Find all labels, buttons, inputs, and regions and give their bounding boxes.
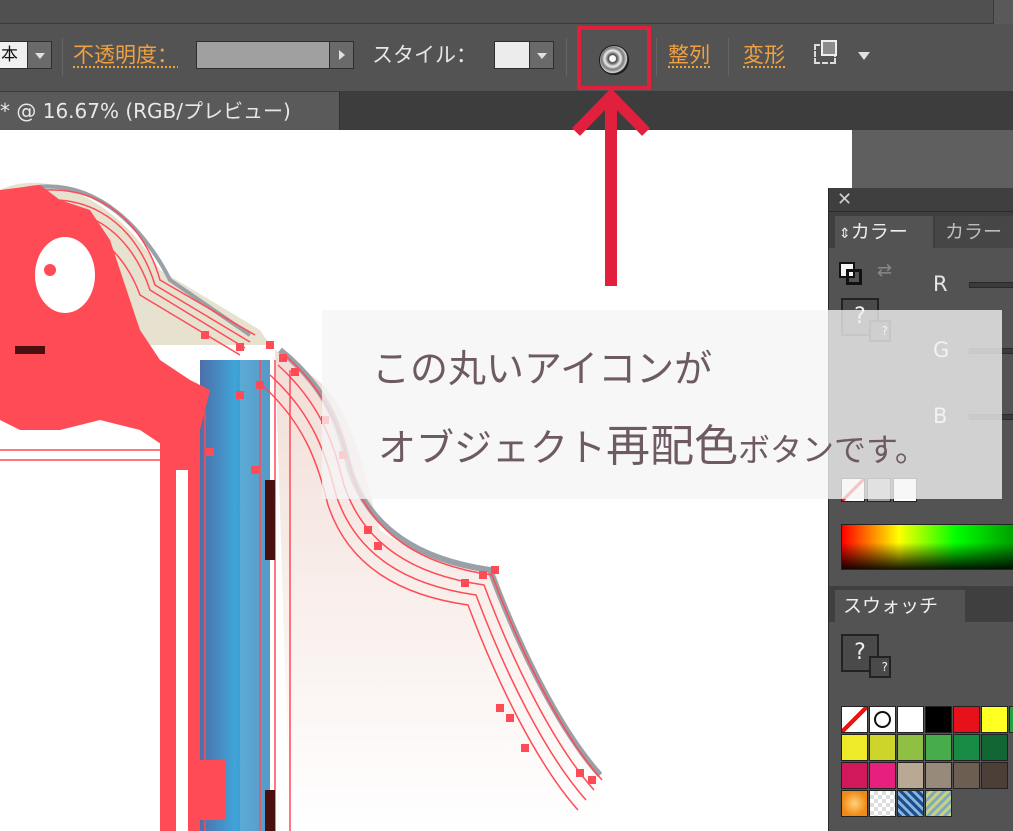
anchor-point[interactable]	[76, 411, 84, 419]
close-icon[interactable]: ✕	[837, 188, 852, 212]
anchor-point[interactable]	[576, 769, 584, 777]
partial-dropdown-field[interactable]: 本	[0, 41, 28, 69]
recolor-artwork-button[interactable]	[577, 26, 651, 90]
anchor-point[interactable]	[461, 579, 469, 587]
anchor-point[interactable]	[496, 704, 504, 712]
swatch[interactable]	[981, 734, 1008, 761]
anchor-point[interactable]	[11, 366, 19, 374]
swatch-pattern[interactable]	[925, 790, 952, 817]
control-bar: 本 不透明度： スタイル： 整列 変形	[0, 24, 1013, 92]
anchor-point[interactable]	[291, 368, 299, 376]
style-swatch[interactable]	[494, 41, 530, 69]
style-label: スタイル：	[372, 43, 477, 67]
swatch[interactable]	[925, 762, 952, 789]
anchor-point[interactable]	[491, 566, 499, 574]
document-tab[interactable]: * @ 16.67% (RGB/プレビュー)	[0, 92, 340, 130]
annotation-button: ボタンです。	[738, 431, 927, 469]
tab-color-guide[interactable]: カラー	[935, 216, 1013, 248]
panel-header: ✕	[829, 188, 1013, 212]
top-strip	[0, 0, 1013, 24]
anchor-point[interactable]	[201, 331, 209, 339]
swatch-pattern[interactable]	[897, 790, 924, 817]
anchor-point[interactable]	[236, 343, 244, 351]
swatch[interactable]	[897, 706, 924, 733]
swatch[interactable]	[981, 706, 1008, 733]
annotation-object: オブジェクト	[378, 426, 607, 470]
swatch[interactable]	[841, 734, 868, 761]
swatches-panel-tabs: スウォッチ	[829, 586, 1013, 622]
transform-menu-arrow[interactable]	[858, 52, 870, 60]
swatch[interactable]	[897, 762, 924, 789]
anchor-point[interactable]	[588, 776, 596, 784]
anchor-point[interactable]	[251, 466, 259, 474]
separator	[728, 38, 729, 76]
annotation-line-2: オブジェクト再配色ボタンです。	[378, 410, 927, 474]
swatch[interactable]	[925, 734, 952, 761]
anchor-point[interactable]	[479, 571, 487, 579]
opacity-label[interactable]: 不透明度：	[73, 40, 178, 70]
separator	[566, 38, 567, 76]
annotation-arrow	[572, 88, 650, 286]
anchor-point[interactable]	[256, 381, 264, 389]
tab-color[interactable]: ⇕カラー	[835, 216, 933, 248]
anchor-point[interactable]	[111, 296, 119, 304]
swatch[interactable]	[841, 762, 868, 789]
anchor-point[interactable]	[146, 356, 154, 364]
swatch-pattern[interactable]	[869, 790, 896, 817]
anchor-point[interactable]	[31, 381, 39, 389]
annotation-line-1: この丸いアイコンが	[372, 347, 713, 391]
anchor-point[interactable]	[266, 341, 274, 349]
swatch[interactable]	[897, 734, 924, 761]
tab-swatches[interactable]: スウォッチ	[835, 590, 965, 622]
tab-color-label: カラー	[850, 221, 908, 243]
opacity-arrow[interactable]	[330, 41, 354, 69]
anchor-point[interactable]	[116, 376, 124, 384]
anchor-point[interactable]	[206, 448, 214, 456]
swatch[interactable]	[869, 734, 896, 761]
swatch[interactable]	[981, 762, 1008, 789]
anchor-point[interactable]	[364, 526, 372, 534]
transform-icon[interactable]	[808, 40, 844, 70]
swatch-none[interactable]	[841, 706, 868, 733]
top-strip-right	[993, 0, 1013, 24]
swap-arrows-icon[interactable]: ⇄	[877, 260, 901, 284]
anchor-point[interactable]	[96, 401, 104, 409]
anchor-point[interactable]	[374, 542, 382, 550]
swatch-gradient[interactable]	[841, 790, 868, 817]
color-panel-tabs: ⇕カラー カラー	[829, 212, 1013, 248]
fill-stroke-icon[interactable]	[839, 262, 865, 288]
separator	[62, 38, 63, 76]
anchor-point[interactable]	[521, 744, 529, 752]
swatch-unknown-stroke[interactable]: ?	[869, 656, 891, 678]
anchor-point[interactable]	[506, 714, 514, 722]
partial-dropdown-arrow[interactable]	[28, 41, 52, 69]
channel-r-label: R	[933, 272, 948, 296]
align-link[interactable]: 整列	[668, 40, 710, 70]
tab-collapse-icon: ⇕	[839, 226, 851, 242]
swatch[interactable]	[953, 706, 980, 733]
annotation-recolor: 再配色	[606, 421, 739, 472]
anchor-point[interactable]	[186, 436, 194, 444]
swatch[interactable]	[953, 734, 980, 761]
swatch[interactable]	[1009, 706, 1013, 733]
recolor-artwork-icon	[599, 45, 629, 75]
transform-link[interactable]: 変形	[743, 40, 785, 70]
right-panel: ✕ ⇕カラー カラー ⇄ ? ? R G B スウォッチ ? ?	[828, 188, 1013, 831]
transform-box-overlay	[821, 40, 837, 56]
anchor-point[interactable]	[279, 354, 287, 362]
swatch[interactable]	[925, 706, 952, 733]
stroke-swatch	[846, 269, 862, 285]
swatch[interactable]	[869, 762, 896, 789]
swatch[interactable]	[953, 762, 980, 789]
anchor-point[interactable]	[171, 426, 179, 434]
separator	[656, 38, 657, 76]
color-spectrum[interactable]	[841, 524, 1013, 570]
channel-r-slider[interactable]	[969, 282, 1013, 288]
opacity-field[interactable]	[196, 41, 330, 69]
registration-icon	[874, 711, 891, 728]
style-dropdown-arrow[interactable]	[530, 41, 554, 69]
anchor-point[interactable]	[236, 391, 244, 399]
